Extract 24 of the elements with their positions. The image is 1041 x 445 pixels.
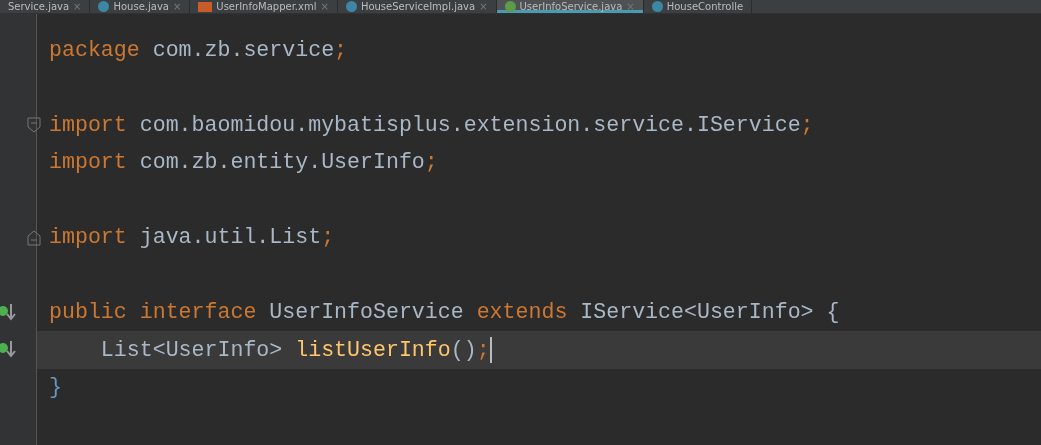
code-line: package com.zb.service; [49, 37, 348, 62]
editor-tab[interactable]: House.java × [90, 0, 191, 13]
class-icon [504, 1, 516, 12]
code-line: import java.util.List; [49, 225, 335, 250]
editor-tab[interactable]: HouseControlle [643, 0, 753, 13]
code-line: public interface UserInfoService extends IService<UserInfo> { [49, 300, 840, 325]
class-icon [98, 1, 110, 12]
class-icon [345, 1, 357, 12]
class-icon [651, 1, 663, 12]
code-line: } [49, 375, 62, 400]
editor-tab[interactable]: HouseServiceImpl.java × [337, 0, 497, 13]
close-icon[interactable]: × [172, 0, 182, 13]
code-line: List<UserInfo> listUserInfo(); [99, 337, 490, 362]
fold-icon[interactable] [27, 229, 41, 246]
editor-tab[interactable]: UserInfoMapper.xml × [190, 0, 338, 13]
code-line: import com.zb.entity.UserInfo; [49, 150, 438, 175]
editor-tab[interactable]: Service.java × [0, 0, 91, 13]
fold-icon[interactable] [27, 117, 41, 133]
close-icon[interactable]: × [320, 0, 329, 13]
editor-tab[interactable]: UserInfoService.java × [496, 0, 644, 13]
file-icon [198, 1, 213, 12]
close-icon[interactable]: × [479, 0, 488, 13]
close-icon[interactable]: × [73, 0, 82, 13]
code-line: import com.baomidou.mybatisplus.extension.service.IService; [49, 112, 814, 137]
